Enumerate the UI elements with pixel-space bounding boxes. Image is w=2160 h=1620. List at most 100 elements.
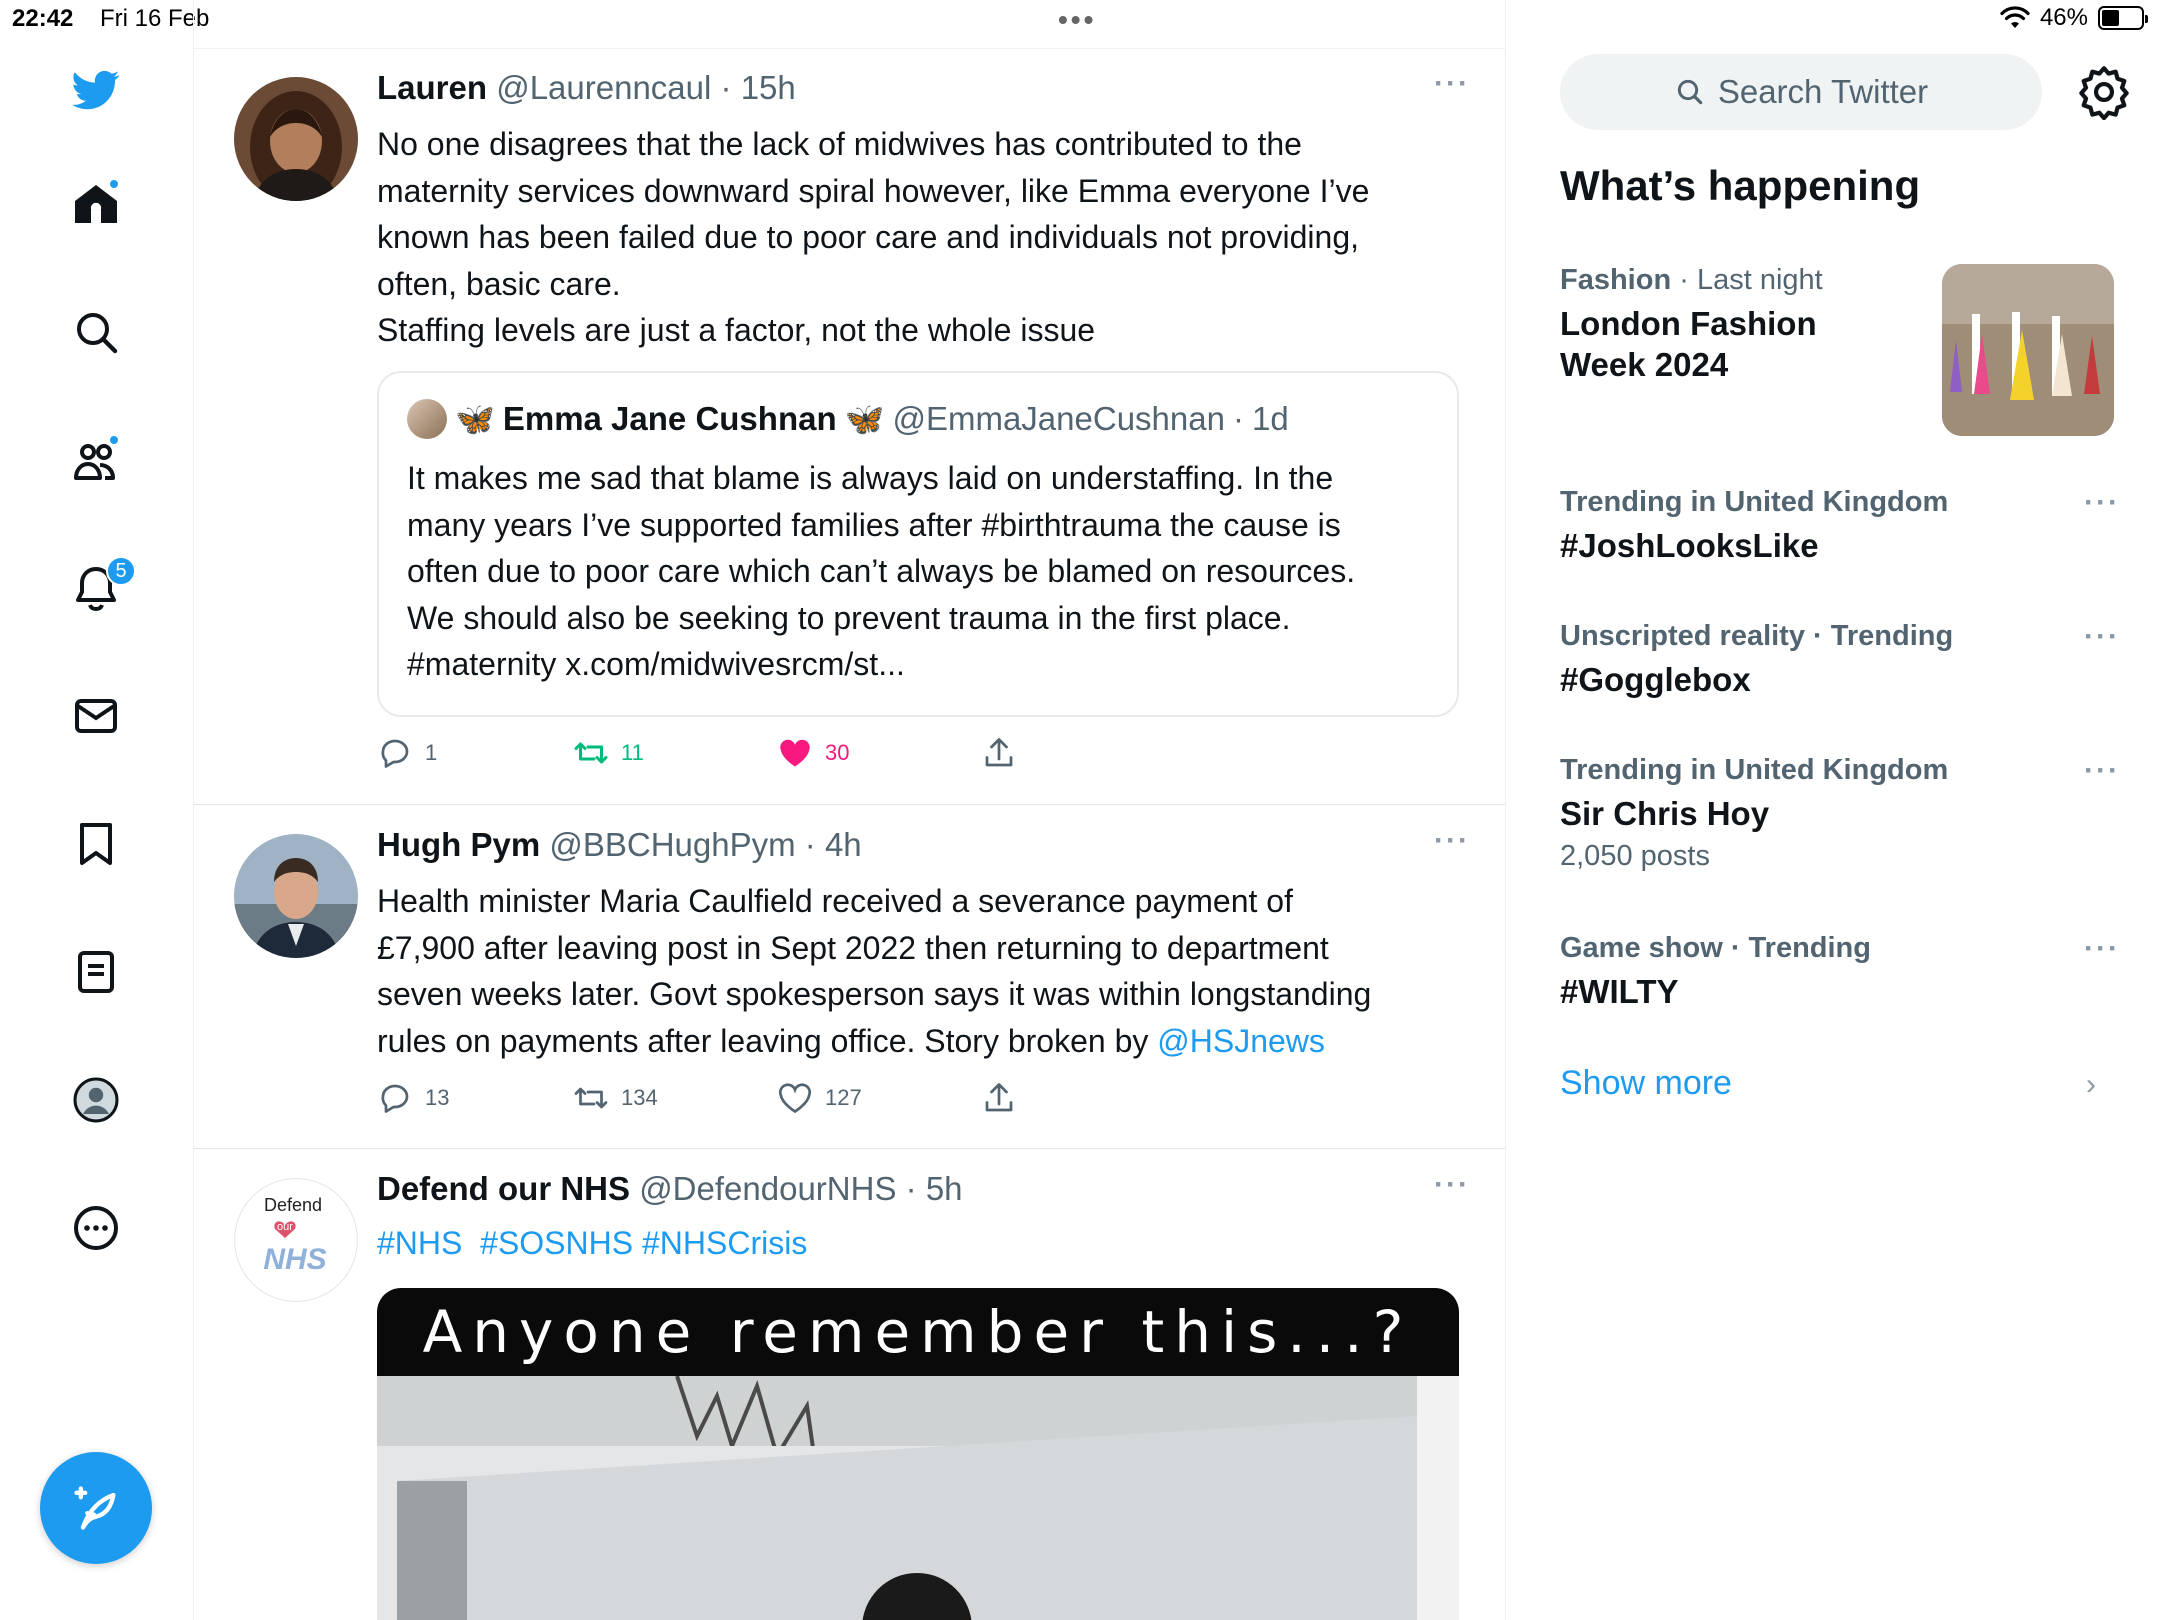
tweet-time[interactable]: 4h (825, 826, 862, 863)
heart-filled-icon (780, 739, 810, 767)
like-button[interactable]: 30 (777, 733, 849, 773)
list-icon (78, 951, 114, 993)
like-count: 30 (825, 740, 850, 765)
retweet-count: 134 (621, 1085, 658, 1110)
trend-item[interactable]: Trending in United Kingdom #JoshLooksLik… (1560, 486, 2120, 566)
share-icon (985, 1083, 1013, 1112)
author-handle[interactable]: @Laurenncaul (496, 69, 711, 106)
share-button[interactable] (981, 1078, 1017, 1118)
timeline: Lauren @Laurenncaul · 15h ··· No one dis… (193, 0, 1506, 1620)
reply-count: 1 (425, 740, 438, 765)
quoted-line: many years I’ve supported families after… (407, 506, 1341, 543)
trend-thumbnail[interactable] (1942, 264, 2114, 436)
media-caption: Anyone remember this...? (422, 1298, 1414, 1366)
left-nav: 5 (0, 0, 194, 1620)
trend-category: Trending in United Kingdom (1560, 486, 1949, 518)
avatar-text-nhs: NHS (263, 1243, 326, 1276)
trend-context: Last night (1696, 264, 1823, 296)
hashtag-link[interactable]: #NHSCrisis (642, 1225, 807, 1261)
search-input[interactable]: Search Twitter (1560, 54, 2042, 130)
author-name[interactable]: Hugh Pym (377, 826, 540, 863)
reply-button[interactable]: 1 (377, 733, 437, 773)
nav-messages[interactable] (68, 688, 124, 744)
tweet-hugh-pym[interactable]: Hugh Pym @BBCHughPym · 4h ··· Health min… (194, 806, 1505, 1149)
search-icon (1677, 79, 1703, 105)
nav-lists[interactable] (68, 944, 124, 1000)
tweet-more-button[interactable]: ··· (1434, 67, 1470, 101)
trend-more-button[interactable]: ··· (2084, 486, 2120, 520)
home-unread-dot (108, 178, 120, 190)
tweet-line: £7,900 after leaving post in Sept 2022 t… (377, 929, 1329, 966)
settings-button[interactable] (2076, 64, 2132, 121)
quoted-tweet[interactable]: 🦋 Emma Jane Cushnan 🦋 @EmmaJaneCushnan ·… (377, 371, 1459, 717)
communities-unread-dot (108, 434, 120, 446)
tweet-header: Lauren @Laurenncaul · 15h (377, 69, 796, 106)
tweet-lauren[interactable]: Lauren @Laurenncaul · 15h ··· No one dis… (194, 49, 1505, 805)
trend-category: Game show · Trending (1560, 932, 1871, 964)
profile-avatar-icon (73, 1077, 119, 1123)
tweet-header: Hugh Pym @BBCHughPym · 4h (377, 826, 862, 863)
retweet-button[interactable]: 11 (573, 733, 644, 773)
reply-button[interactable]: 13 (377, 1078, 449, 1118)
quoted-author-handle: @EmmaJaneCushnan (892, 400, 1225, 437)
trend-more-button[interactable]: ··· (2084, 754, 2120, 788)
tweet-more-button[interactable]: ··· (1434, 1168, 1470, 1202)
retweet-count: 11 (621, 740, 644, 765)
trend-category-text: Fashion (1560, 264, 1672, 296)
mention-link[interactable]: @HSJnews (1157, 1023, 1325, 1059)
compose-tweet-button[interactable] (40, 1452, 152, 1564)
author-handle[interactable]: @BBCHughPym (549, 826, 795, 863)
hashtag-link[interactable]: #SOSNHS (480, 1225, 633, 1261)
twitter-logo-icon[interactable] (68, 62, 124, 118)
right-sidebar: Search Twitter What’s happening Fashion … (1506, 0, 2160, 1620)
tweet-more-button[interactable]: ··· (1434, 824, 1470, 858)
nav-home[interactable] (68, 176, 124, 232)
search-placeholder: Search Twitter (1717, 73, 1929, 110)
bookmark-icon (80, 823, 112, 865)
quoted-avatar (407, 399, 447, 439)
avatar[interactable] (234, 77, 358, 201)
whats-happening-title: What’s happening (1560, 162, 1921, 209)
chevron-right-icon: › (2086, 1068, 2096, 1101)
quoted-line: We should also be seeking to prevent tra… (407, 599, 1291, 636)
trend-title: #JoshLooksLike (1560, 527, 1819, 564)
avatar-text-our: our (277, 1221, 293, 1233)
tweet-header: Defend our NHS @DefendourNHS · 5h (377, 1170, 963, 1207)
quoted-author-name: Emma Jane Cushnan (502, 400, 837, 437)
nav-notifications[interactable]: 5 (68, 556, 136, 616)
author-name[interactable]: Defend our NHS (377, 1170, 630, 1207)
avatar[interactable] (234, 834, 358, 958)
tweet-line: Health minister Maria Caulfield received… (377, 883, 1293, 919)
quoted-line: It makes me sad that blame is always lai… (407, 460, 1334, 496)
trend-category: Unscripted reality · Trending (1560, 620, 1954, 652)
trend-item[interactable]: Unscripted reality · Trending #Gogglebox… (1560, 620, 2120, 700)
nav-bookmarks[interactable] (68, 816, 124, 872)
retweet-button[interactable]: 134 (573, 1078, 658, 1118)
trend-item[interactable]: Trending in United Kingdom Sir Chris Hoy… (1560, 754, 2120, 873)
nav-communities[interactable] (68, 432, 124, 488)
tweet-time[interactable]: 5h (926, 1170, 963, 1207)
author-name[interactable]: Lauren (377, 69, 487, 106)
tweet-media-image[interactable]: Anyone remember this...? (377, 1288, 1459, 1620)
author-handle[interactable]: @DefendourNHS (639, 1170, 896, 1207)
quoted-tweet-header: 🦋 Emma Jane Cushnan 🦋 @EmmaJaneCushnan ·… (407, 399, 1289, 439)
tweet-time[interactable]: 15h (741, 69, 796, 106)
nav-more[interactable] (68, 1200, 124, 1256)
trend-more-button[interactable]: ··· (2084, 932, 2120, 966)
tweet-line: maternity services downward spiral howev… (377, 172, 1370, 209)
hashtag-link[interactable]: #NHS (377, 1225, 462, 1261)
trend-item[interactable]: Game show · Trending #WILTY ··· (1560, 932, 2120, 1012)
like-button[interactable]: 127 (777, 1078, 862, 1118)
nav-profile[interactable] (68, 1072, 124, 1128)
nav-explore[interactable] (68, 304, 124, 360)
quoted-line: often due to poor care which can’t alway… (407, 553, 1356, 589)
tweet-text: #NHS #SOSNHS #NHSCrisis (377, 1220, 1457, 1267)
tweet-line-text: rules on payments after leaving office. … (377, 1022, 1158, 1059)
trend-more-button[interactable]: ··· (2084, 620, 2120, 654)
tweet-line: seven weeks later. Govt spokesperson say… (377, 976, 1372, 1012)
compose-feather-icon (74, 1486, 116, 1530)
avatar[interactable]: Defend our NHS (234, 1178, 358, 1302)
search-icon (77, 313, 118, 354)
show-more-link[interactable]: Show more (1560, 1064, 1732, 1103)
share-button[interactable] (981, 733, 1017, 773)
